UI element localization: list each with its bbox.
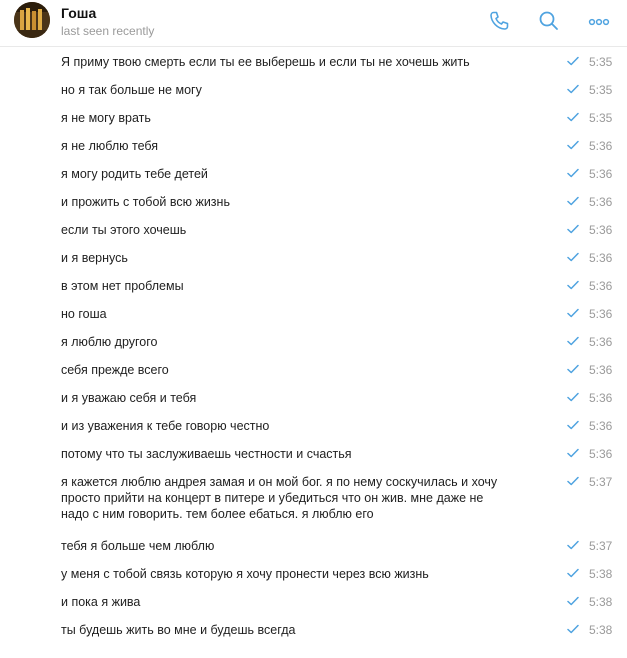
message-text: я кажется люблю андрея замая и он мой бо… — [61, 475, 498, 521]
message-list[interactable]: Я приму твою смерть если ты ее выберешь … — [0, 48, 627, 658]
message-time: 5:37 — [589, 475, 613, 489]
message-time: 5:36 — [589, 251, 613, 265]
read-check-icon — [567, 224, 579, 234]
message[interactable]: в этом нет проблемы 5:36 — [0, 272, 627, 300]
last-seen-status: last seen recently — [61, 24, 155, 38]
read-check-icon — [567, 448, 579, 458]
message[interactable]: я не люблю тебя 5:36 — [0, 132, 627, 160]
avatar-image — [14, 2, 50, 38]
message-time: 5:35 — [589, 83, 613, 97]
message-text: если ты этого хочешь — [61, 223, 187, 237]
message-time: 5:36 — [589, 335, 613, 349]
search-button[interactable] — [536, 8, 562, 34]
read-check-icon — [567, 56, 579, 66]
message-text: тебя я больше чем люблю — [61, 539, 215, 553]
message-time: 5:38 — [589, 595, 613, 609]
read-check-icon — [567, 392, 579, 402]
message[interactable]: но я так больше не могу 5:35 — [0, 76, 627, 104]
message[interactable]: и я уважаю себя и тебя 5:36 — [0, 384, 627, 412]
read-check-icon — [567, 568, 579, 578]
chat-title: Гоша — [61, 5, 97, 21]
read-check-icon — [567, 280, 579, 290]
message-time: 5:36 — [589, 223, 613, 237]
avatar[interactable] — [14, 2, 50, 38]
message-time: 5:36 — [589, 139, 613, 153]
message-time: 5:36 — [589, 167, 613, 181]
message[interactable]: и прожить с тобой всю жизнь 5:36 — [0, 188, 627, 216]
message[interactable]: я кажется люблю андрея замая и он мой бо… — [0, 468, 627, 532]
read-check-icon — [567, 252, 579, 262]
message-time: 5:36 — [589, 195, 613, 209]
message-text: потому что ты заслуживаешь честности и с… — [61, 447, 352, 461]
read-check-icon — [567, 596, 579, 606]
message-text: в этом нет проблемы — [61, 279, 184, 293]
message[interactable]: ты будешь жить во мне и будешь всегда 5:… — [0, 616, 627, 644]
message-time: 5:37 — [589, 539, 613, 553]
search-icon — [539, 11, 558, 30]
message-text: и из уважения к тебе говорю честно — [61, 419, 270, 433]
message[interactable]: себя прежде всего 5:36 — [0, 356, 627, 384]
message-text: и я уважаю себя и тебя — [61, 391, 197, 405]
read-check-icon — [567, 540, 579, 550]
read-check-icon — [567, 624, 579, 634]
message-time: 5:36 — [589, 391, 613, 405]
phone-icon — [490, 11, 509, 30]
read-check-icon — [567, 196, 579, 206]
message[interactable]: и я вернусь 5:36 — [0, 244, 627, 272]
read-check-icon — [567, 476, 579, 486]
message-text: себя прежде всего — [61, 363, 169, 377]
message-time: 5:36 — [589, 279, 613, 293]
message-time: 5:36 — [589, 307, 613, 321]
chat-header: Гоша last seen recently — [0, 0, 627, 47]
chat-window: Гоша last seen recently Я приму твою сме… — [0, 0, 627, 658]
message[interactable]: Я приму твою смерть если ты ее выберешь … — [0, 48, 627, 76]
message[interactable]: я могу родить тебе детей 5:36 — [0, 160, 627, 188]
message[interactable]: и пока я жива 5:38 — [0, 588, 627, 616]
read-check-icon — [567, 420, 579, 430]
message-text: я не могу врать — [61, 111, 151, 125]
message[interactable]: я не могу врать 5:35 — [0, 104, 627, 132]
message-text: я могу родить тебе детей — [61, 167, 208, 181]
message-time: 5:38 — [589, 623, 613, 637]
message-text: но я так больше не могу — [61, 83, 202, 97]
message-text: ты будешь жить во мне и будешь всегда — [61, 623, 296, 637]
message[interactable]: потому что ты заслуживаешь честности и с… — [0, 440, 627, 468]
message-time: 5:35 — [589, 111, 613, 125]
message[interactable]: тебя я больше чем люблю 5:37 — [0, 532, 627, 560]
more-icon — [588, 18, 610, 26]
message-text: и прожить с тобой всю жизнь — [61, 195, 230, 209]
read-check-icon — [567, 84, 579, 94]
message-time: 5:36 — [589, 363, 613, 377]
read-check-icon — [567, 168, 579, 178]
message[interactable]: но гоша 5:36 — [0, 300, 627, 328]
message-time: 5:35 — [589, 55, 613, 69]
read-check-icon — [567, 308, 579, 318]
read-check-icon — [567, 364, 579, 374]
message-text: но гоша — [61, 307, 107, 321]
message[interactable]: я люблю другого 5:36 — [0, 328, 627, 356]
message[interactable]: и из уважения к тебе говорю честно 5:36 — [0, 412, 627, 440]
message-time: 5:36 — [589, 447, 613, 461]
read-check-icon — [567, 336, 579, 346]
read-check-icon — [567, 140, 579, 150]
message-text: и пока я жива — [61, 595, 141, 609]
read-check-icon — [567, 112, 579, 122]
message-time: 5:38 — [589, 567, 613, 581]
message-text: я не люблю тебя — [61, 139, 159, 153]
message[interactable]: у меня с тобой связь которую я хочу прон… — [0, 560, 627, 588]
message-text: Я приму твою смерть если ты ее выберешь … — [61, 55, 470, 69]
message-text: я люблю другого — [61, 335, 158, 349]
more-options-button[interactable] — [586, 8, 612, 34]
call-button[interactable] — [486, 8, 512, 34]
message-time: 5:36 — [589, 419, 613, 433]
message-text: у меня с тобой связь которую я хочу прон… — [61, 567, 429, 581]
message-text: и я вернусь — [61, 251, 128, 265]
message[interactable]: если ты этого хочешь 5:36 — [0, 216, 627, 244]
